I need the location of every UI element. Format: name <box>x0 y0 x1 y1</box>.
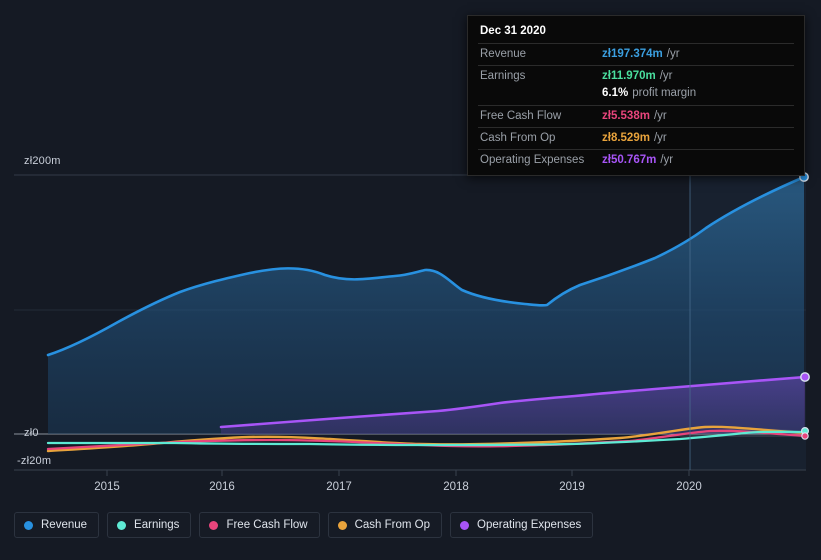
legend-dot-cash-from-op-icon <box>337 520 347 530</box>
legend-label-operating-expenses: Operating Expenses <box>477 519 582 531</box>
tooltip-label-free-cash-flow: Free Cash Flow <box>480 110 562 122</box>
legend-item-revenue[interactable]: Revenue <box>14 512 100 538</box>
x-axis-label-2020: 2020 <box>676 481 702 493</box>
legend-item-free-cash-flow[interactable]: Free Cash Flow <box>199 512 320 538</box>
legend-dot-free-cash-flow-icon <box>209 520 219 530</box>
tooltip-row-free-cash-flow: Free Cash Flow zł5.538m /yr <box>478 105 794 127</box>
x-axis-label-2016: 2016 <box>209 481 235 493</box>
tooltip-unit-free-cash-flow: /yr <box>653 110 667 122</box>
chart-tooltip: Dec 31 2020 Revenue zł197.374m /yr Earni… <box>467 15 805 176</box>
tooltip-label-cash-from-op: Cash From Op <box>480 132 556 144</box>
chart-plot-area[interactable]: zł200m zł0 -zł20m 2015 2016 2017 2018 20… <box>0 0 821 505</box>
legend-label-free-cash-flow: Free Cash Flow <box>226 519 308 531</box>
tooltip-unit-operating-expenses: /yr <box>660 154 674 166</box>
legend-label-earnings: Earnings <box>134 519 180 531</box>
tooltip-row-operating-expenses: Operating Expenses zł50.767m /yr <box>478 149 794 171</box>
tooltip-label-earnings: Earnings <box>480 70 526 82</box>
tooltip-value-operating-expenses: zł50.767m <box>602 154 657 166</box>
tooltip-unit-revenue: /yr <box>666 48 680 60</box>
legend-label-cash-from-op: Cash From Op <box>354 519 431 531</box>
legend-item-earnings[interactable]: Earnings <box>107 512 192 538</box>
tooltip-label-operating-expenses: Operating Expenses <box>480 154 585 166</box>
tooltip-date: Dec 31 2020 <box>480 25 546 37</box>
tooltip-row-profit-margin: 6.1% profit margin <box>478 87 794 105</box>
y-axis-label-0: zł0 <box>24 427 39 439</box>
x-axis-label-2019: 2019 <box>559 481 585 493</box>
x-axis-label-2015: 2015 <box>94 481 120 493</box>
legend-dot-revenue-icon <box>24 520 33 530</box>
free-cash-flow-endpoint-dot <box>801 432 809 440</box>
tooltip-label-revenue: Revenue <box>480 48 527 60</box>
tooltip-unit-cash-from-op: /yr <box>653 132 667 144</box>
x-axis-label-2017: 2017 <box>326 481 352 493</box>
y-axis-label-neg20m: -zł20m <box>17 455 52 467</box>
tooltip-value-cash-from-op: zł8.529m <box>602 132 650 144</box>
legend-label-revenue: Revenue <box>41 519 88 531</box>
tooltip-row-cash-from-op: Cash From Op zł8.529m /yr <box>478 127 794 149</box>
tooltip-value-profit-margin: 6.1% <box>602 87 629 99</box>
tooltip-value-revenue: zł197.374m <box>602 48 663 60</box>
legend-item-cash-from-op[interactable]: Cash From Op <box>327 512 443 538</box>
tooltip-value-earnings: zł11.970m <box>602 70 656 82</box>
x-axis-label-2018: 2018 <box>443 481 469 493</box>
legend-dot-earnings-icon <box>117 520 127 530</box>
tooltip-value-free-cash-flow: zł5.538m <box>602 110 650 122</box>
financial-chart-widget: zł200m zł0 -zł20m 2015 2016 2017 2018 20… <box>0 0 821 560</box>
tooltip-unit-earnings: /yr <box>659 70 673 82</box>
chart-legend: Revenue Earnings Free Cash Flow Cash Fro… <box>14 512 594 538</box>
legend-item-operating-expenses[interactable]: Operating Expenses <box>450 512 594 538</box>
opex-endpoint-dot <box>800 372 810 382</box>
tooltip-row-revenue: Revenue zł197.374m /yr <box>478 43 794 65</box>
y-axis-label-200m: zł200m <box>24 155 61 167</box>
tooltip-row-earnings: Earnings zł11.970m /yr <box>478 65 794 87</box>
legend-dot-operating-expenses-icon <box>460 520 470 530</box>
tooltip-text-profit-margin: profit margin <box>632 87 697 99</box>
x-tick-marks <box>106 470 690 476</box>
